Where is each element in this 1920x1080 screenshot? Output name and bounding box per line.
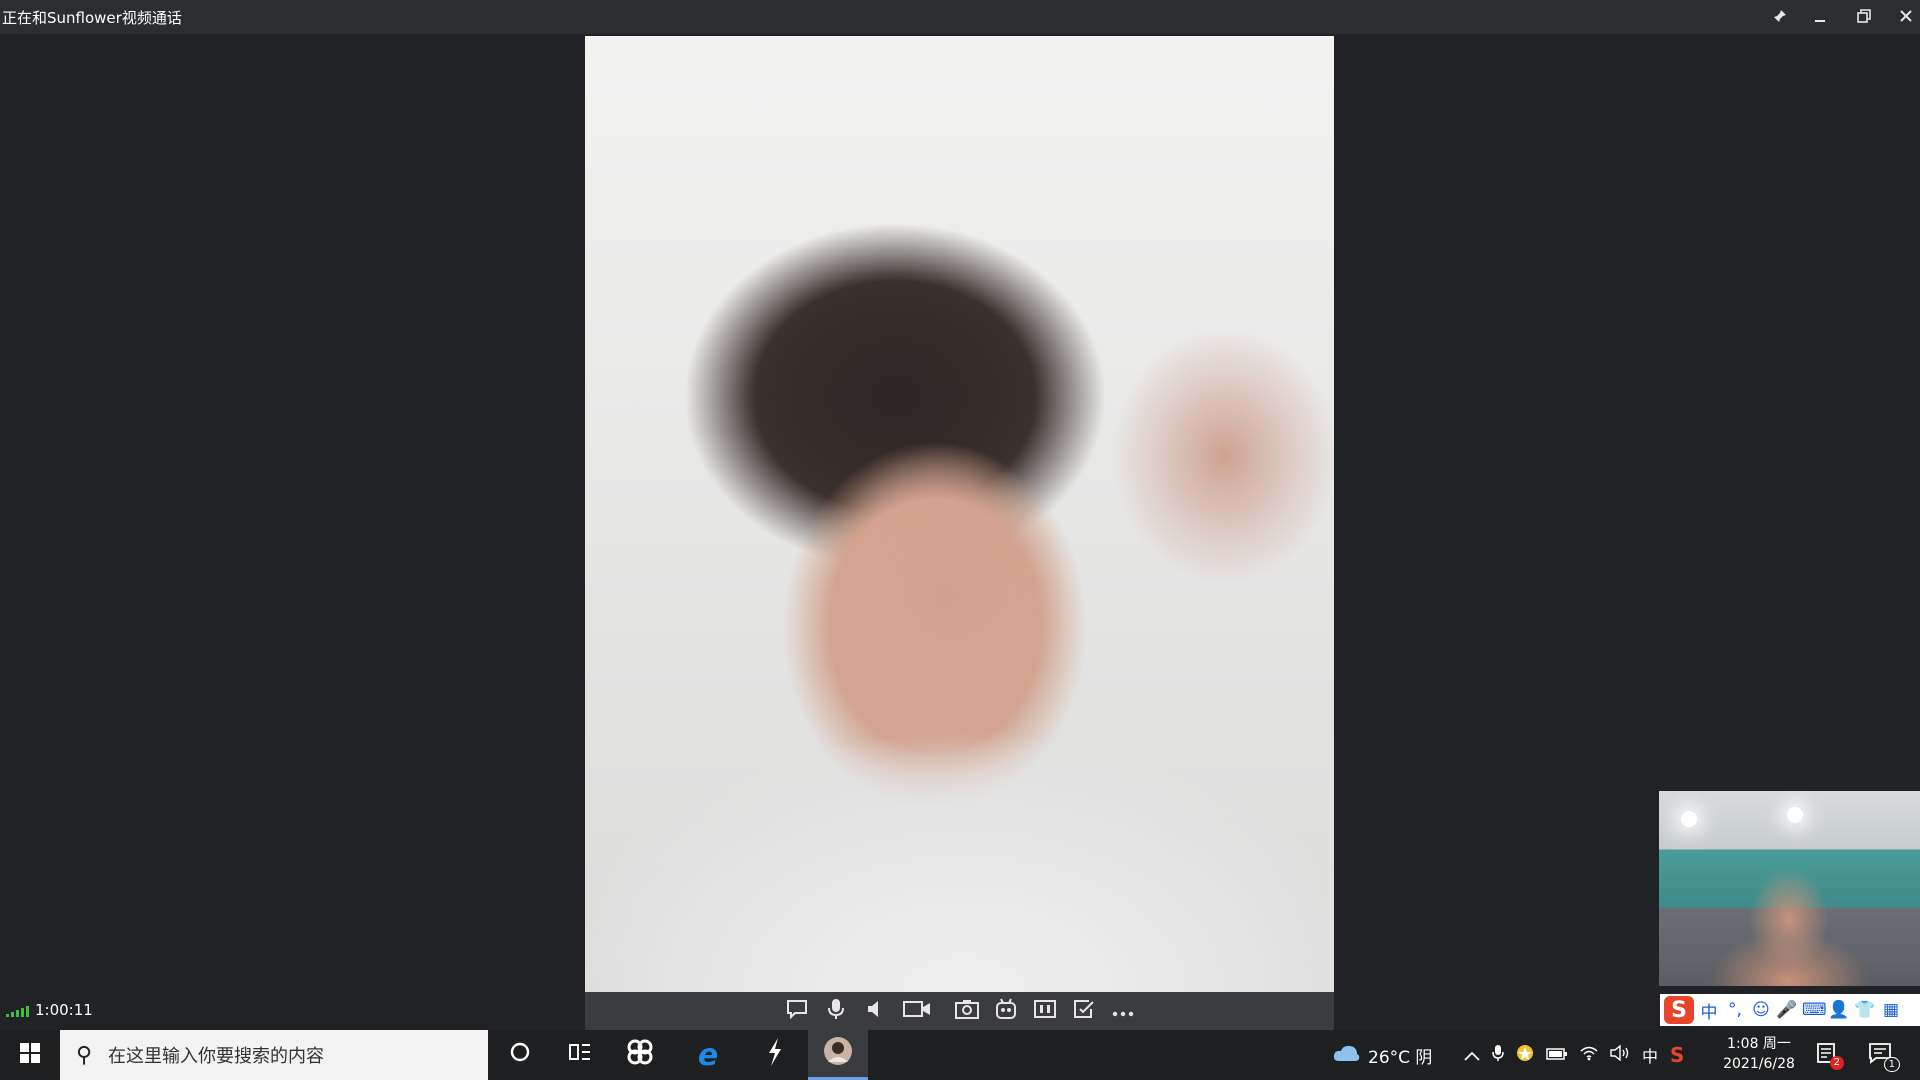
remote-video-feed <box>585 36 1334 992</box>
notification-app-button[interactable]: 2 <box>1816 1030 1844 1080</box>
yellow-app-tray-icon[interactable] <box>1516 1044 1534 1066</box>
video-camera-icon <box>902 1000 931 1023</box>
taskbar-app-ie[interactable]: e <box>678 1030 738 1080</box>
action-center-button[interactable]: 1 <box>1868 1030 1900 1080</box>
screenshot-button[interactable] <box>954 998 980 1024</box>
more-dots-icon <box>1112 1001 1134 1022</box>
speaker-icon <box>866 999 884 1024</box>
call-controls <box>585 992 1334 1030</box>
task-view-icon <box>568 1042 592 1068</box>
taskbar-clock[interactable]: 1:08 周一 2021/6/28 <box>1714 1034 1804 1074</box>
ime-voice-icon[interactable]: 🎤 <box>1776 1000 1798 1020</box>
ceiling-light <box>1681 811 1697 827</box>
action-center-icon: 1 <box>1868 1042 1900 1072</box>
system-tray: 26°C 阴 <box>1332 1030 1432 1080</box>
camera-icon <box>954 999 979 1024</box>
ime-skin-icon[interactable]: 👕 <box>1854 1000 1876 1020</box>
local-video-preview[interactable] <box>1659 791 1920 986</box>
remote-video-shirt-area <box>585 662 1334 992</box>
taskbar-app-videocall[interactable] <box>808 1030 868 1080</box>
action-center-badge: 1 <box>1883 1057 1900 1072</box>
taskbar-search-box[interactable]: ⚲ 在这里输入你要搜索的内容 <box>60 1030 488 1080</box>
search-icon: ⚲ <box>75 1042 93 1068</box>
pinwheel-app-icon <box>625 1037 655 1073</box>
ime-user-icon[interactable]: 👤 <box>1828 1000 1850 1020</box>
layout-button[interactable] <box>1032 998 1058 1024</box>
chat-bubble-icon <box>786 999 808 1024</box>
weather-cloud-icon[interactable] <box>1332 1043 1360 1067</box>
taskbar-app-lightning[interactable] <box>745 1030 805 1080</box>
tray-icons: 中 S <box>1464 1030 1684 1080</box>
contact-avatar-icon <box>823 1036 853 1072</box>
ime-toolbox-icon[interactable]: ▦ <box>1880 1000 1902 1020</box>
microphone-tray-icon[interactable] <box>1492 1044 1504 1066</box>
cortana-circle-icon <box>509 1041 531 1069</box>
task-view-button[interactable] <box>550 1030 610 1080</box>
wifi-icon[interactable] <box>1580 1045 1598 1065</box>
weather-text[interactable]: 26°C 阴 <box>1368 1043 1432 1068</box>
robot-face-icon <box>995 998 1017 1025</box>
edit-box-icon <box>1073 999 1095 1024</box>
sogou-ime-toolbar: S 中 °, ☺ 🎤 ⌨ 👤 👕 ▦ <box>1660 994 1920 1026</box>
taskbar-app-pinwheel[interactable] <box>610 1030 670 1080</box>
close-icon <box>1899 8 1913 27</box>
effects-button[interactable] <box>993 998 1019 1024</box>
sogou-logo-icon[interactable]: S <box>1664 996 1694 1024</box>
ime-emoji-icon[interactable]: ☺ <box>1750 1000 1772 1020</box>
battery-icon[interactable] <box>1546 1046 1568 1065</box>
microphone-icon <box>827 998 845 1025</box>
lightning-app-icon <box>766 1037 784 1073</box>
ime-chinese-mode[interactable]: 中 <box>1698 998 1720 1023</box>
internet-explorer-icon: e <box>697 1037 719 1073</box>
search-placeholder: 在这里输入你要搜索的内容 <box>108 1046 324 1067</box>
notification-badge: 2 <box>1829 1056 1844 1070</box>
clock-date: 2021/6/28 <box>1723 1056 1795 1072</box>
ime-keyboard-icon[interactable]: ⌨ <box>1802 1000 1827 1020</box>
volume-icon[interactable] <box>1610 1044 1630 1065</box>
more-button[interactable] <box>1110 998 1136 1024</box>
minimize-button[interactable] <box>1806 4 1834 30</box>
notes-app-icon: 2 <box>1816 1042 1844 1070</box>
whiteboard-button[interactable] <box>1071 998 1097 1024</box>
cortana-button[interactable] <box>490 1030 550 1080</box>
windows-taskbar: ⚲ 在这里输入你要搜索的内容 e 26°C 阴 中 S 1:08 周一 2021… <box>0 1030 1920 1080</box>
microphone-button[interactable] <box>823 998 849 1024</box>
signal-strength-icon <box>6 1005 29 1017</box>
restore-button[interactable] <box>1850 4 1878 30</box>
pin-icon <box>1773 8 1787 27</box>
minimize-icon <box>1814 8 1826 27</box>
ime-punctuation[interactable]: °, <box>1724 1000 1746 1020</box>
title-bar: 正在和Sunflower视频通话 <box>0 0 1920 34</box>
windows-logo-icon <box>20 1043 40 1067</box>
call-status-bar: 1:00:11 S 中 °, ☺ 🎤 ⌨ 👤 👕 ▦ <box>0 992 1920 1030</box>
start-button[interactable] <box>0 1030 60 1080</box>
chevron-up-icon[interactable] <box>1464 1046 1480 1065</box>
clock-time: 1:08 周一 <box>1727 1036 1791 1052</box>
camera-button[interactable] <box>901 998 933 1024</box>
pin-button[interactable] <box>1766 4 1794 30</box>
close-button[interactable] <box>1892 4 1920 30</box>
speaker-button[interactable] <box>862 998 888 1024</box>
window-title: 正在和Sunflower视频通话 <box>2 9 182 27</box>
sogou-tray-icon[interactable]: S <box>1670 1043 1684 1067</box>
restore-icon <box>1857 8 1871 27</box>
chat-button[interactable] <box>784 998 810 1024</box>
ceiling-light <box>1787 807 1803 823</box>
ime-mode-indicator[interactable]: 中 <box>1642 1043 1658 1067</box>
split-screen-icon <box>1033 999 1056 1023</box>
call-duration: 1:00:11 <box>35 1001 93 1019</box>
